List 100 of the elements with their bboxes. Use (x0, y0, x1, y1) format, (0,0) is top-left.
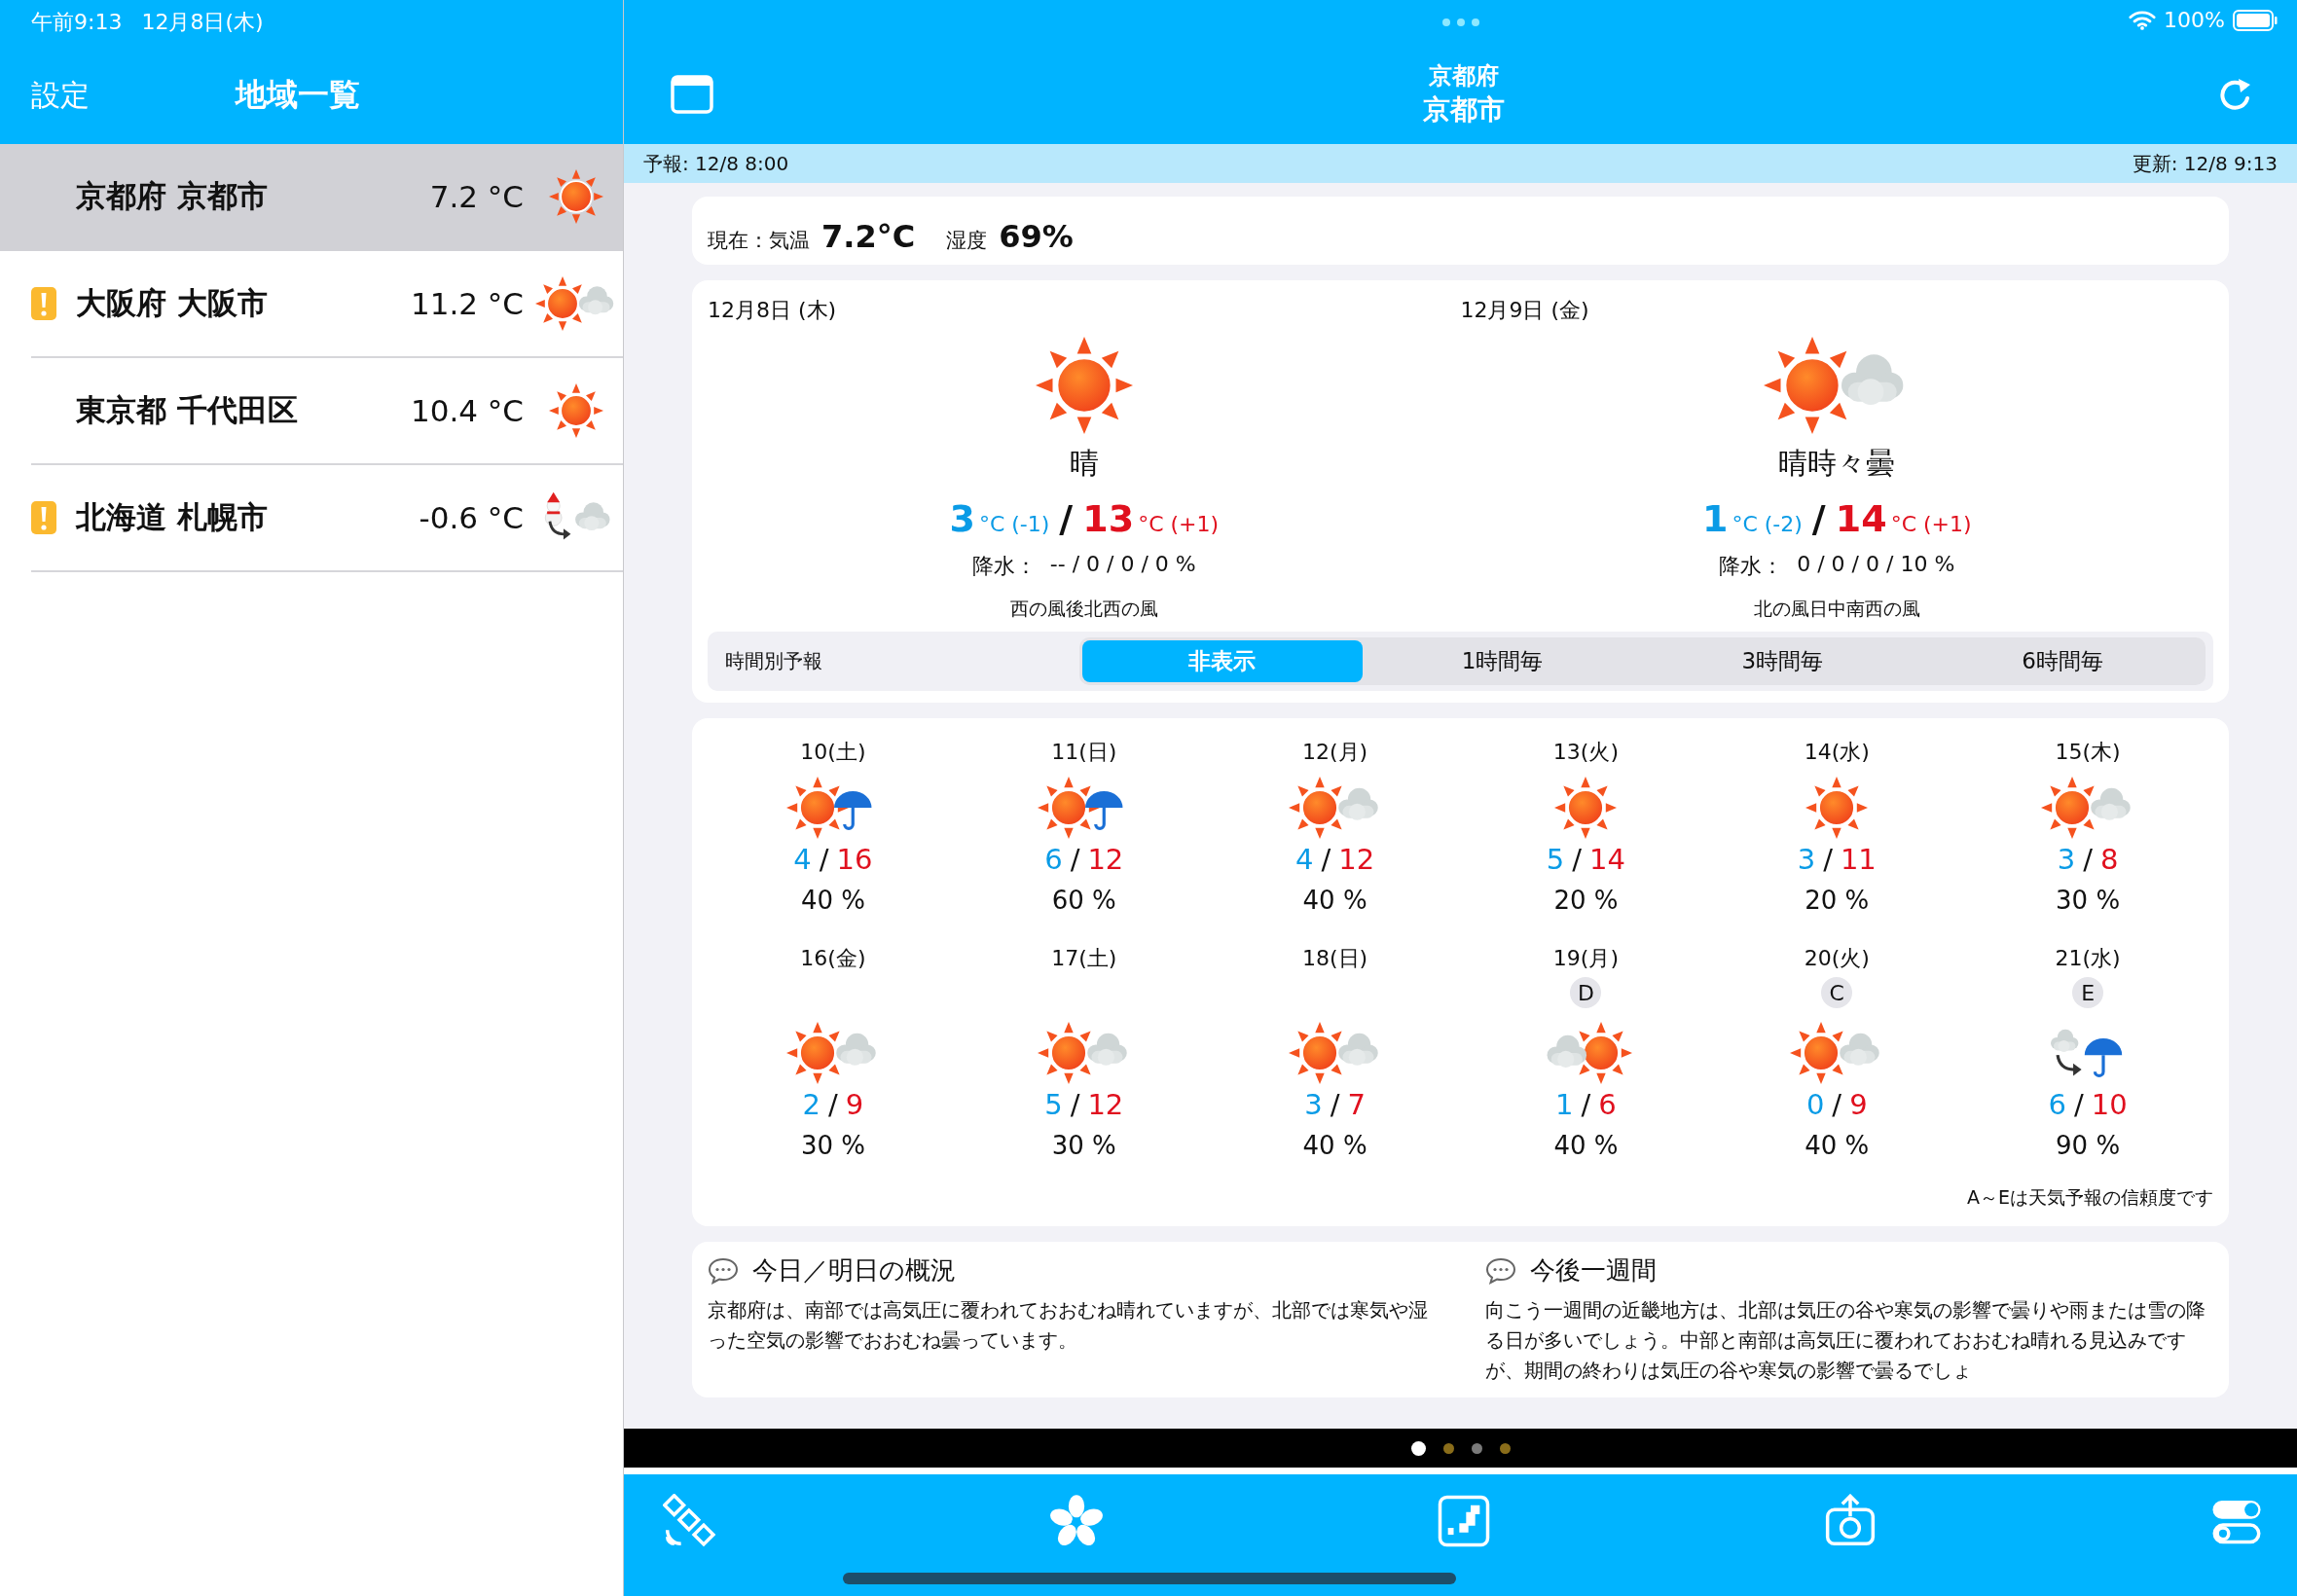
min-temperature: 3 (2057, 843, 2076, 876)
weather-description: 晴時々曇 (1778, 445, 1896, 482)
max-temperature: 12 (1087, 1088, 1124, 1121)
min-temperature: 3 (1304, 1088, 1323, 1121)
day-date: 12月9日 (金) (1460, 297, 1589, 324)
forecast-date: 11(日) (1051, 739, 1117, 766)
forecast-time: 予報: 12/8 8:00 (643, 150, 789, 177)
updated-time: 更新: 12/8 9:13 (2132, 150, 2278, 177)
location-temp: 7.2 °C (428, 179, 524, 214)
temperature-separator: / (1321, 843, 1331, 876)
nav-title: 地域一覧 (236, 75, 360, 115)
multitasking-dots-icon[interactable] (1440, 17, 1480, 27)
hourly-forecast-label: 時間別予報 (725, 648, 823, 674)
max-temperature: 6 (1598, 1088, 1617, 1121)
max-temperature: 12 (1338, 843, 1375, 876)
map-icon[interactable] (1436, 1494, 1491, 1548)
speech-bubble-icon (708, 1256, 739, 1285)
min-temperature: 4 (1295, 843, 1314, 876)
max-temperature: 8 (2099, 843, 2119, 876)
max-temperature-diff: °C (+1) (1138, 512, 1220, 536)
location-row[interactable]: 京都府 京都市 7.2 °C (0, 144, 623, 251)
forecast-date: 13(火) (1552, 739, 1619, 766)
precipitation-chance: 90 % (2056, 1131, 2121, 1160)
precipitation-chance: 20 % (1805, 886, 1870, 915)
min-temperature-diff: °C (-2) (1732, 512, 1803, 536)
precipitation-chance: 30 % (800, 1131, 865, 1160)
min-temperature: 0 (1805, 1088, 1825, 1121)
forecast-date: 12(月) (1302, 739, 1368, 766)
temperature-separator: / (2073, 1088, 2084, 1121)
precipitation-label: 降水： (971, 553, 1037, 580)
weather-description: 晴 (1069, 445, 1099, 482)
temperature-separator: / (2083, 843, 2093, 876)
forecast-date: 20(火) (1804, 945, 1870, 972)
reliability-note: A～Eは天気予報の信頼度です (1967, 1185, 2213, 1210)
temperature-separator: / (1823, 843, 1833, 876)
min-temperature-diff: °C (-1) (978, 512, 1050, 536)
interval-segment[interactable]: 3時間毎 (1642, 640, 1923, 682)
page-dot[interactable] (1410, 1440, 1426, 1456)
location-row[interactable]: 東京都 千代田区 10.4 °C (31, 358, 623, 465)
max-temperature: 16 (836, 843, 873, 876)
status-date: 12月8日(木) (141, 9, 264, 36)
min-temperature: 5 (1546, 843, 1565, 876)
forecast-date: 16(金) (800, 945, 866, 972)
max-temperature: 12 (1087, 843, 1124, 876)
min-temperature: 3 (1797, 843, 1816, 876)
max-temperature: 10 (2091, 1088, 2128, 1121)
location-name: 京都府 京都市 (76, 177, 269, 215)
current-temperature: 7.2°C (821, 218, 916, 255)
page-dot[interactable] (1499, 1442, 1511, 1454)
min-temperature: 3 (949, 497, 975, 540)
max-temperature: 14 (1589, 843, 1625, 876)
interval-segment[interactable]: 1時間毎 (1362, 640, 1643, 682)
humidity-label: 湿度 (946, 228, 988, 254)
max-temperature: 11 (1840, 843, 1877, 876)
prefecture-title: 京都府 (1428, 60, 1499, 91)
location-temp: -0.6 °C (418, 500, 524, 535)
temperature-separator: / (819, 843, 829, 876)
location-name: 北海道 札幌市 (76, 498, 269, 536)
current-humidity: 69% (999, 218, 1074, 255)
precipitation-chance: 60 % (1051, 886, 1116, 915)
location-row[interactable]: 大阪府 大阪市 11.2 °C (31, 251, 623, 358)
temperature-separator: / (1581, 1088, 1591, 1121)
location-temp: 10.4 °C (409, 393, 524, 428)
wind-description: 北の風日中南西の風 (1753, 597, 1920, 621)
max-temperature: 14 (1835, 497, 1887, 540)
min-temperature: 1 (1555, 1088, 1574, 1121)
precipitation-chance: 40 % (1302, 1131, 1367, 1160)
summary-title: 今日／明日の概況 (752, 1254, 956, 1287)
location-temp: 11.2 °C (409, 286, 524, 321)
window-icon[interactable] (671, 74, 713, 114)
flower-icon[interactable] (1049, 1494, 1105, 1548)
min-temperature: 6 (1044, 843, 1063, 876)
speech-bubble-icon (1484, 1256, 1516, 1285)
precipitation-chance: 30 % (2056, 886, 2121, 915)
max-temperature: 9 (1849, 1088, 1868, 1121)
max-temperature-diff: °C (+1) (1890, 512, 1972, 536)
forecast-date: 14(水) (1804, 739, 1870, 766)
precipitation-chance: 40 % (800, 886, 865, 915)
page-dot[interactable] (1442, 1442, 1454, 1454)
precipitation-values: -- / 0 / 0 / 0 % (1049, 552, 1196, 578)
page-dot[interactable] (1471, 1442, 1482, 1454)
min-temperature: 4 (793, 843, 812, 876)
satellite-icon[interactable] (663, 1494, 717, 1548)
forecast-date: 21(水) (2055, 945, 2121, 972)
precipitation-chance: 40 % (1805, 1131, 1870, 1160)
location-row[interactable]: 北海道 札幌市 -0.6 °C (31, 465, 623, 572)
summary-text: 向こう一週間の近畿地方は、北部は気圧の谷や寒気の影響で曇りや雨または雪の降る日が多いでしょう。中部と南部は高気圧に覆われておおむね晴れる見込みですが、期間の終わりは気圧の谷や寒気の影響で曇るでしょ (1484, 1297, 2206, 1384)
forecast-date: 19(月) (1552, 945, 1619, 972)
day-date: 12月8日 (木) (708, 297, 837, 324)
reliability-badge: E (2072, 977, 2104, 1008)
summary-text: 京都府は、南部では高気圧に覆われておおむね晴れていますが、北部では寒気や湿った空気の影響でおおむね曇っています。 (708, 1297, 1429, 1354)
summary-title: 今後一週間 (1529, 1254, 1657, 1287)
min-temperature: 5 (1044, 1088, 1063, 1121)
precipitation-label: 降水： (1719, 553, 1784, 580)
interval-segment[interactable]: 6時間毎 (1922, 640, 2203, 682)
precipitation-chance: 40 % (1553, 1131, 1619, 1160)
min-temperature: 1 (1701, 497, 1729, 540)
temperature-separator: / (1070, 1088, 1080, 1121)
forecast-date: 18(日) (1302, 945, 1368, 972)
city-title: 京都市 (1422, 91, 1505, 127)
